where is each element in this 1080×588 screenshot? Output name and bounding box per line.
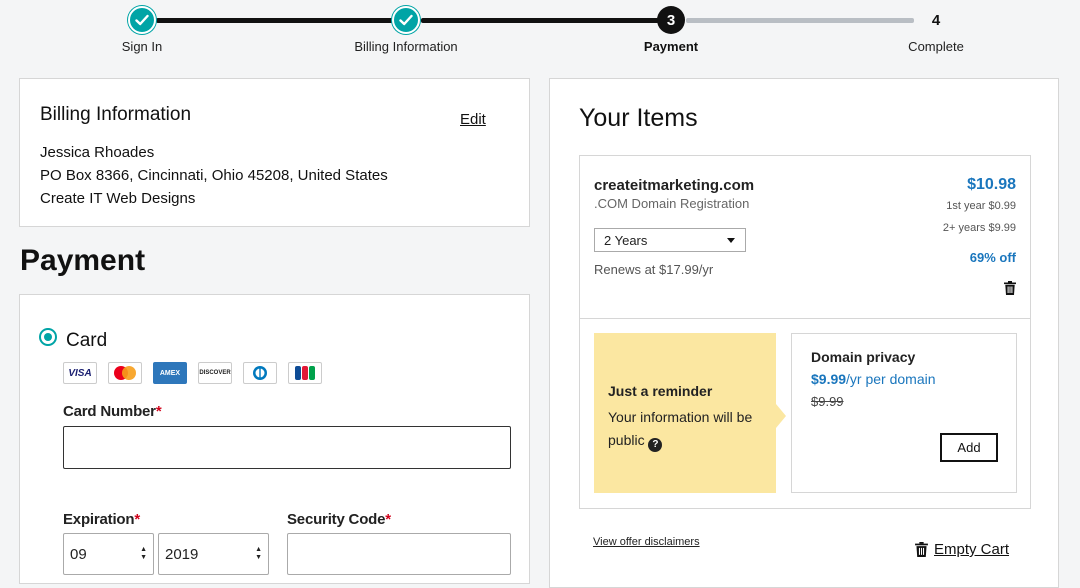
cart-item: createitmarketing.com .COM Domain Regist… xyxy=(579,155,1031,509)
help-icon[interactable]: ? xyxy=(648,437,663,452)
billing-info-panel: Billing Information Edit Jessica Rhoades… xyxy=(19,78,530,227)
visa-icon: VISA xyxy=(63,362,97,384)
step-payment-number: 3 xyxy=(657,6,685,34)
caret-down-icon xyxy=(727,238,735,243)
spinner-arrows-icon: ▲ ▼ xyxy=(255,546,262,561)
items-title: Your Items xyxy=(579,104,698,132)
required-mark: * xyxy=(155,403,162,420)
item-discount-badge: 69% off xyxy=(969,250,1016,265)
privacy-price-line: $9.99/yr per domain xyxy=(811,371,936,387)
view-offer-disclaimers-link[interactable]: View offer disclaimers xyxy=(593,536,700,548)
card-number-label-text: Card Number xyxy=(63,403,156,420)
expiration-label-text: Expiration xyxy=(63,511,135,528)
payment-card-panel: Card VISA AMEX DISCOVER Card Number* Exp… xyxy=(19,294,530,584)
step-line-1 xyxy=(156,18,394,23)
card-method-label: Card xyxy=(66,330,108,351)
privacy-title: Domain privacy xyxy=(811,349,916,365)
step-label-payment: Payment xyxy=(643,39,699,54)
item-first-year-price: 1st year $0.99 xyxy=(946,200,1016,212)
billing-address: PO Box 8366, Cincinnati, Ohio 45208, Uni… xyxy=(40,167,388,184)
add-privacy-button[interactable]: Add xyxy=(940,433,998,462)
empty-cart-button[interactable]: Empty Cart xyxy=(915,541,1009,558)
security-code-input[interactable] xyxy=(287,533,511,575)
step-label-complete: Complete xyxy=(908,39,964,54)
domain-privacy-offer: Domain privacy $9.99/yr per domain $9.99… xyxy=(791,333,1017,493)
step-label-billing: Billing Information xyxy=(354,39,458,54)
mastercard-icon xyxy=(108,362,142,384)
expiration-month-value: 09 xyxy=(70,545,87,563)
card-number-input[interactable] xyxy=(63,426,511,469)
step-label-signin: Sign In xyxy=(121,39,163,54)
term-select-value: 2 Years xyxy=(604,232,648,248)
jcb-icon xyxy=(288,362,322,384)
step-billing-check-icon xyxy=(392,6,420,34)
item-later-years-price: 2+ years $9.99 xyxy=(942,222,1016,234)
step-signin-check-icon xyxy=(128,6,156,34)
reminder-body-text: Your information will be public xyxy=(608,409,753,448)
reminder-body: Your information will be public ? xyxy=(608,406,768,452)
card-number-label: Card Number* xyxy=(63,403,162,420)
term-select[interactable]: 2 Years xyxy=(594,228,746,252)
payment-title: Payment xyxy=(20,244,146,277)
reminder-pointer xyxy=(776,404,786,428)
item-product-name: .COM Domain Registration xyxy=(594,196,750,211)
privacy-price: $9.99 xyxy=(811,371,847,387)
expiration-month-select[interactable]: 09 ▲ ▼ xyxy=(63,533,154,575)
billing-edit-link[interactable]: Edit xyxy=(460,111,486,128)
card-brands: VISA AMEX DISCOVER xyxy=(63,362,322,384)
reminder-title: Just a reminder xyxy=(608,383,713,399)
billing-company: Create IT Web Designs xyxy=(40,190,196,207)
security-code-label: Security Code* xyxy=(287,511,391,528)
billing-name: Jessica Rhoades xyxy=(40,144,155,161)
step-complete-number: 4 xyxy=(931,11,941,29)
radio-selected-dot xyxy=(44,333,52,341)
required-mark: * xyxy=(385,511,391,528)
discover-icon: DISCOVER xyxy=(198,362,232,384)
trash-icon xyxy=(915,542,928,557)
item-domain-name: createitmarketing.com xyxy=(594,177,755,194)
empty-cart-label: Empty Cart xyxy=(934,541,1010,558)
remove-item-trash-icon[interactable] xyxy=(1004,281,1016,295)
diners-icon xyxy=(243,362,277,384)
billing-title: Billing Information xyxy=(40,104,192,125)
card-method-radio[interactable] xyxy=(39,328,57,346)
your-items-panel: Your Items createitmarketing.com .COM Do… xyxy=(549,78,1059,588)
step-line-2 xyxy=(421,18,659,23)
expiration-year-select[interactable]: 2019 ▲ ▼ xyxy=(158,533,269,575)
required-mark: * xyxy=(134,511,140,528)
spinner-arrows-icon: ▲ ▼ xyxy=(140,546,147,561)
expiration-label: Expiration* xyxy=(63,511,140,528)
privacy-reminder-box: Just a reminder Your information will be… xyxy=(594,333,776,493)
item-divider xyxy=(580,318,1030,319)
item-price: $10.98 xyxy=(967,176,1016,193)
step-line-3 xyxy=(686,18,914,23)
privacy-old-price: $9.99 xyxy=(811,394,844,409)
checkout-stepper: 3 4 Sign In Billing Information Payment … xyxy=(0,0,1080,70)
item-renewal-price: Renews at $17.99/yr xyxy=(594,262,714,277)
security-code-label-text: Security Code xyxy=(287,511,386,528)
privacy-price-unit: /yr per domain xyxy=(846,371,936,387)
amex-icon: AMEX xyxy=(153,362,187,384)
expiration-year-value: 2019 xyxy=(165,545,199,563)
